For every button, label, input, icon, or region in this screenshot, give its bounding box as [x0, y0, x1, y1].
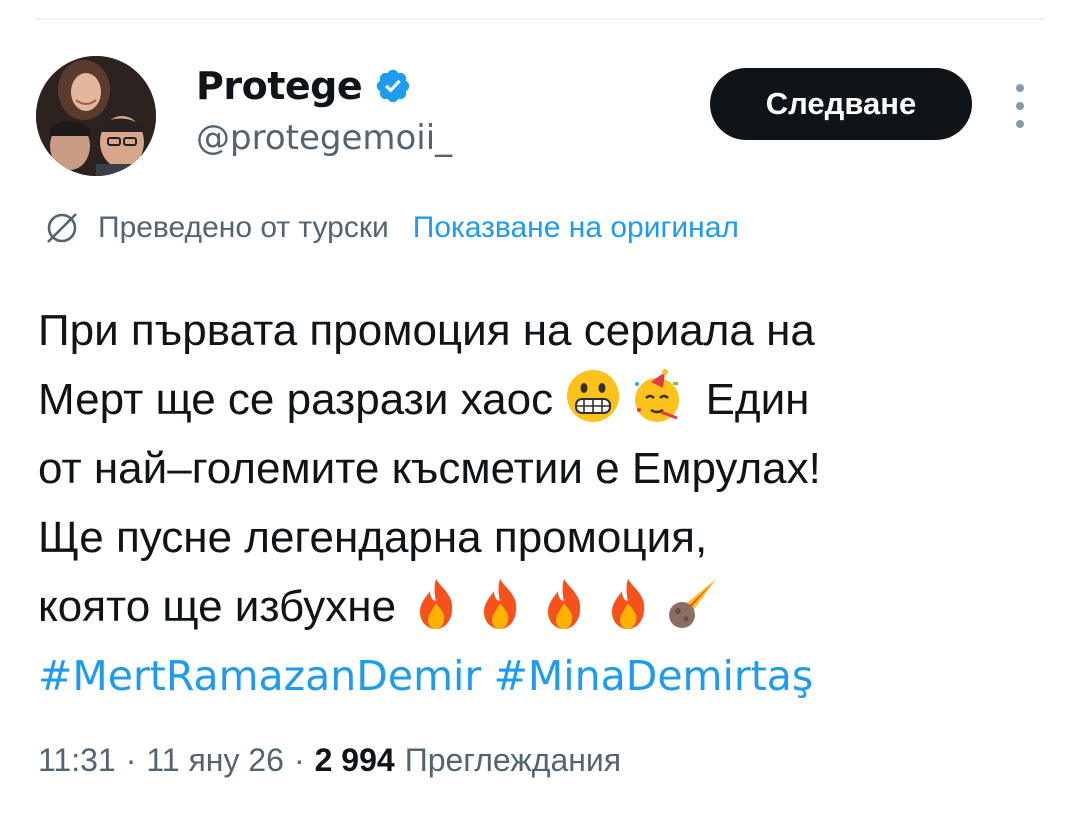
- hashtag-link[interactable]: #MinaDemirtaş: [494, 652, 814, 700]
- more-dot: [1016, 120, 1024, 128]
- tweet-text: При първата промоция на сериала на Мерт …: [38, 296, 1038, 711]
- tweet-line: При първата промоция на сериала на: [38, 306, 815, 355]
- more-dot: [1016, 102, 1024, 110]
- translated-label: Преведено от турски: [98, 211, 389, 244]
- tweet-line: #MertRamazanDemir #MinaDemirtaş: [38, 641, 1038, 711]
- tweet-line: Ще пусне легендарна промоция,: [38, 513, 708, 562]
- more-vertical-icon[interactable]: [1008, 84, 1032, 128]
- author-name-row[interactable]: Protege: [196, 64, 412, 108]
- fire-emoji: [536, 575, 592, 631]
- author-display-name[interactable]: Protege: [196, 64, 363, 108]
- tweet-date[interactable]: 11 яну 26: [146, 738, 284, 782]
- tweet-time[interactable]: 11:31: [38, 738, 116, 782]
- avatar[interactable]: [36, 56, 156, 176]
- globe-translate-icon: [44, 210, 80, 246]
- follow-button[interactable]: Следване: [710, 68, 972, 140]
- tweet-meta: 11:31 · 11 яну 26 · 2 994 Преглеждания: [38, 738, 621, 782]
- fire-emoji: [600, 575, 656, 631]
- meta-separator: ·: [125, 742, 137, 778]
- hashtag-link[interactable]: #MertRamazanDemir: [38, 652, 481, 700]
- views-label[interactable]: Преглеждания: [405, 738, 621, 782]
- tweet-line-text: Мерт ще се разрази хаос: [38, 375, 554, 424]
- tweet-line: която ще избухне: [38, 572, 1038, 641]
- meta-separator: ·: [293, 742, 305, 778]
- tweet-line: Мерт ще се разрази хаос Един: [38, 365, 1038, 434]
- show-original-link[interactable]: Показване на оригинал: [413, 206, 739, 250]
- verified-badge-icon: [374, 67, 412, 105]
- tweet-line: от най–големите късметии е Емрулах!: [38, 444, 821, 493]
- partying-face-emoji: [629, 368, 685, 424]
- grimacing-face-emoji: [565, 368, 621, 424]
- views-count[interactable]: 2 994: [315, 738, 395, 782]
- comet-emoji: [664, 575, 720, 631]
- author-handle[interactable]: @protegemoii_: [196, 116, 452, 160]
- fire-emoji: [408, 575, 464, 631]
- avatar-image: [36, 56, 156, 176]
- top-divider: [36, 18, 1044, 20]
- translation-row: Преведено от турски Показване на оригина…: [44, 206, 739, 250]
- fire-emoji: [472, 575, 528, 631]
- tweet-line-text: Един: [705, 375, 810, 424]
- more-dot: [1016, 84, 1024, 92]
- tweet-line-text: която ще избухне: [38, 582, 397, 631]
